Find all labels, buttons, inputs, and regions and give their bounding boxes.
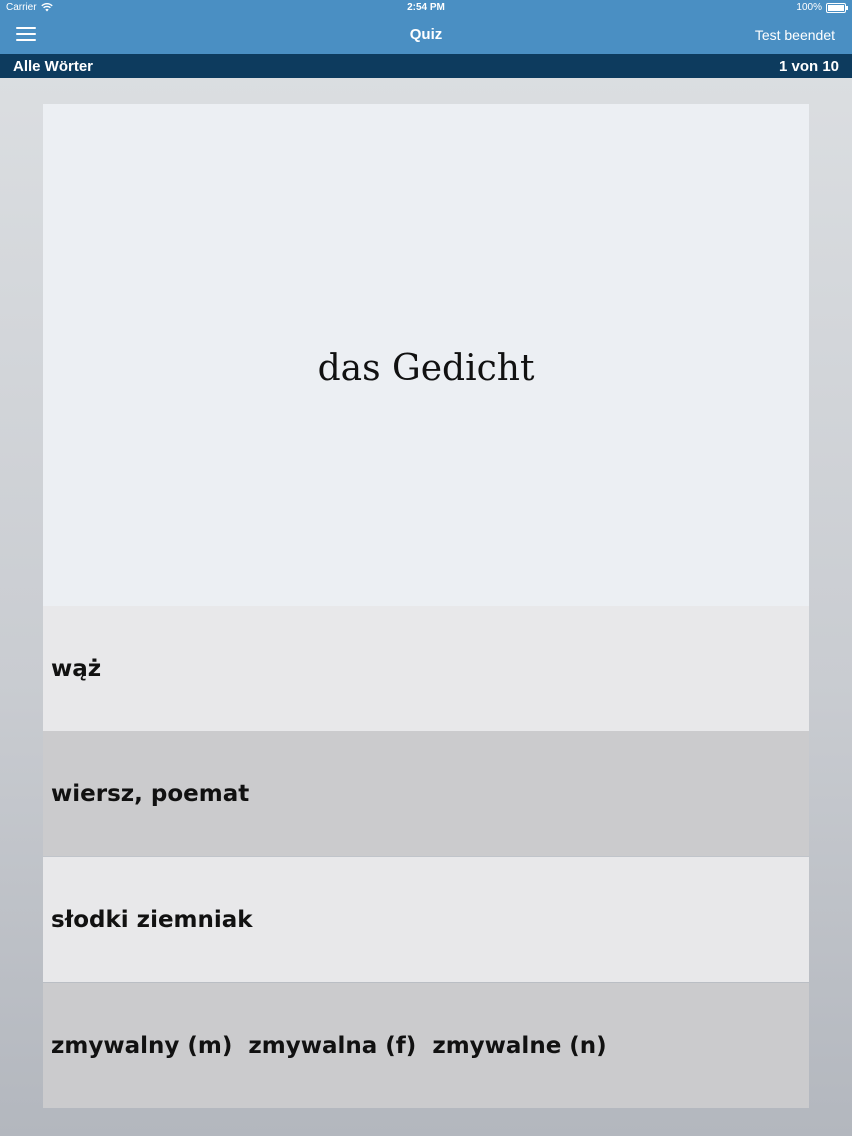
answer-option-1[interactable]: wąż	[43, 606, 809, 731]
answer-option-label: wiersz, poemat	[51, 780, 250, 807]
question-card: das Gedicht	[43, 104, 809, 606]
battery-icon	[826, 2, 848, 13]
battery-indicator: 100%	[796, 2, 848, 13]
answer-option-4[interactable]: zmywalny (m) zmywalna (f) zmywalne (n)	[43, 983, 809, 1108]
page-title: Quiz	[409, 26, 443, 43]
answer-option-2[interactable]: wiersz, poemat	[43, 731, 809, 856]
answer-option-label: słodki ziemniak	[51, 906, 253, 933]
answer-option-3[interactable]: słodki ziemniak	[43, 857, 809, 982]
category-label: Alle Wörter	[13, 58, 94, 75]
status-bar: Carrier 2:54 PM 100%	[0, 0, 852, 17]
answer-option-label: wąż	[51, 655, 102, 682]
navigation-bar: Quiz Test beendet	[0, 17, 852, 54]
answer-option-label: zmywalny (m) zmywalna (f) zmywalne (n)	[51, 1032, 607, 1059]
quiz-sub-header: Alle Wörter 1 von 10	[0, 54, 852, 78]
question-word: das Gedicht	[317, 348, 535, 389]
status-time: 2:54 PM	[407, 2, 445, 13]
end-test-button[interactable]: Test beendet	[755, 27, 835, 43]
battery-percent: 100%	[796, 2, 822, 13]
question-progress: 1 von 10	[778, 58, 839, 75]
